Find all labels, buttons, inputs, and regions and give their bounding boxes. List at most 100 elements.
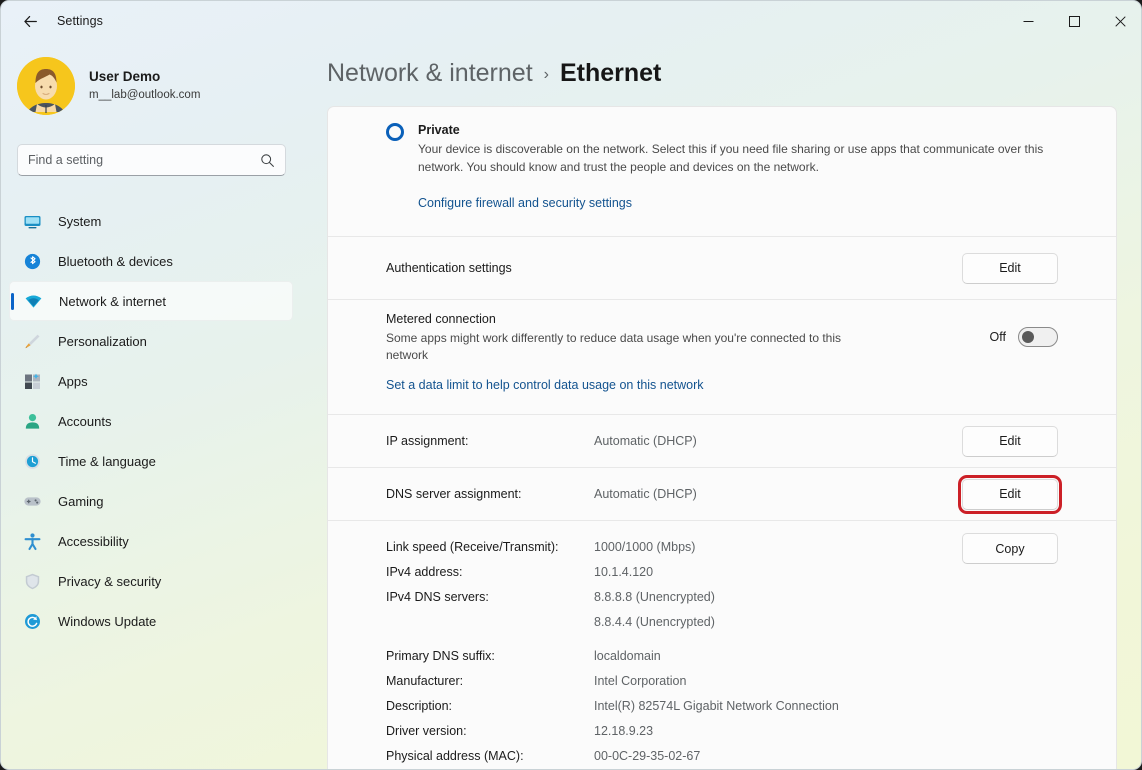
update-icon xyxy=(21,610,43,632)
sidebar-item-gaming[interactable]: Gaming xyxy=(9,481,293,521)
close-button[interactable] xyxy=(1097,1,1141,41)
private-texts: Private Your device is discoverable on t… xyxy=(418,121,1058,176)
ethernet-settings-card: Private Your device is discoverable on t… xyxy=(327,106,1117,769)
property-value: 12.18.9.23 xyxy=(594,724,654,738)
property-row: Primary DNS suffix: localdomain xyxy=(386,644,962,669)
clock-icon xyxy=(21,450,43,472)
sidebar-item-label: Personalization xyxy=(58,333,147,349)
maximize-icon xyxy=(1068,15,1080,27)
authentication-edit-button[interactable]: Edit xyxy=(962,252,1058,284)
breadcrumb-parent[interactable]: Network & internet xyxy=(327,59,533,88)
metered-description: Some apps might work differently to redu… xyxy=(386,330,842,363)
dns-assignment-label: DNS server assignment: xyxy=(386,487,522,501)
breadcrumb: Network & internet › Ethernet xyxy=(327,59,661,88)
sidebar-item-label: Bluetooth & devices xyxy=(58,253,173,269)
set-data-limit-link[interactable]: Set a data limit to help control data us… xyxy=(386,378,704,392)
maximize-button[interactable] xyxy=(1051,1,1097,41)
back-arrow-icon xyxy=(23,15,37,27)
metered-toggle-wrap[interactable]: Off xyxy=(990,327,1058,347)
sidebar-item-privacy-security[interactable]: Privacy & security xyxy=(9,561,293,601)
dns-assignment-value: Automatic (DHCP) xyxy=(594,487,697,501)
sidebar-item-windows-update[interactable]: Windows Update xyxy=(9,601,293,641)
window-title: Settings xyxy=(57,14,103,28)
toggle-knob xyxy=(1022,331,1034,343)
property-row: Physical address (MAC): 00-0C-29-35-02-6… xyxy=(386,744,962,769)
sidebar-item-label: Network & internet xyxy=(59,293,166,309)
property-key: Driver version: xyxy=(386,724,467,738)
property-key: IPv4 DNS servers: xyxy=(386,590,489,604)
private-radio-row[interactable]: Private Your device is discoverable on t… xyxy=(386,121,1058,176)
metered-toggle[interactable] xyxy=(1018,327,1058,347)
property-key: Primary DNS suffix: xyxy=(386,649,495,663)
property-value: 1000/1000 (Mbps) xyxy=(594,540,696,554)
property-value: 8.8.8.8 (Unencrypted) xyxy=(594,590,715,604)
authentication-title: Authentication settings xyxy=(386,261,512,275)
minimize-icon xyxy=(1023,20,1033,22)
property-value: Intel Corporation xyxy=(594,674,687,688)
ip-assignment-row: IP assignment: Automatic (DHCP) Edit xyxy=(328,415,1116,467)
network-properties-section: Link speed (Receive/Transmit): 1000/1000… xyxy=(328,521,1116,769)
configure-firewall-link[interactable]: Configure firewall and security settings xyxy=(418,196,632,210)
sidebar-item-system[interactable]: System xyxy=(9,201,293,241)
property-key: Description: xyxy=(386,699,452,713)
property-key: Manufacturer: xyxy=(386,674,464,688)
metered-text: Metered connection Some apps might work … xyxy=(386,310,990,365)
private-radio-button[interactable] xyxy=(386,123,404,141)
profile-text: User Demo m__lab@outlook.com xyxy=(89,68,200,104)
search-box[interactable] xyxy=(17,144,286,176)
monitor-icon xyxy=(21,210,43,232)
avatar-image xyxy=(17,57,75,115)
sidebar-item-label: Accounts xyxy=(58,413,112,429)
property-value-secondary: 8.8.4.4 (Unencrypted) xyxy=(594,615,715,629)
property-row: Description: Intel(R) 82574L Gigabit Net… xyxy=(386,694,962,719)
sidebar-item-personalization[interactable]: Personalization xyxy=(9,321,293,361)
property-key: IPv4 address: xyxy=(386,565,463,579)
apps-icon xyxy=(21,370,43,392)
gamepad-icon xyxy=(21,490,43,512)
sidebar-item-label: Windows Update xyxy=(58,613,157,629)
sidebar-item-label: Time & language xyxy=(58,453,156,469)
user-profile[interactable]: User Demo m__lab@outlook.com xyxy=(17,57,301,115)
copy-properties-button[interactable]: Copy xyxy=(962,533,1058,564)
network-profile-section: Private Your device is discoverable on t… xyxy=(328,107,1116,236)
sidebar-item-label: System xyxy=(58,213,102,229)
sidebar-item-label: Accessibility xyxy=(58,533,129,549)
sidebar-item-label: Apps xyxy=(58,373,88,389)
property-value: 10.1.4.120 xyxy=(594,565,654,579)
sidebar-item-bluetooth-devices[interactable]: Bluetooth & devices xyxy=(9,241,293,281)
metered-title: Metered connection xyxy=(386,311,496,326)
close-icon xyxy=(1114,15,1126,27)
property-row: IPv4 address: 10.1.4.120 xyxy=(386,560,962,585)
search-input[interactable] xyxy=(28,153,260,167)
minimize-button[interactable] xyxy=(1005,1,1051,41)
data-limit-link-row: Set a data limit to help control data us… xyxy=(328,374,1116,414)
property-value: 00-0C-29-35-02-67 xyxy=(594,749,701,763)
authentication-text: Authentication settings xyxy=(386,259,962,277)
accessibility-icon xyxy=(21,530,43,552)
window-controls xyxy=(1005,1,1141,41)
person-icon xyxy=(21,410,43,432)
metered-connection-row: Metered connection Some apps might work … xyxy=(328,300,1116,374)
sidebar-item-time-language[interactable]: Time & language xyxy=(9,441,293,481)
property-value-group: 8.8.8.8 (Unencrypted) 8.8.4.4 (Unencrypt… xyxy=(594,585,715,635)
sidebar-item-accessibility[interactable]: Accessibility xyxy=(9,521,293,561)
bluetooth-icon xyxy=(21,250,43,272)
avatar xyxy=(17,57,75,115)
sidebar-item-network-internet[interactable]: Network & internet xyxy=(9,281,293,321)
navigation-list: System Bluetooth & devices Network & int… xyxy=(9,201,293,641)
sidebar-item-label: Privacy & security xyxy=(58,573,162,589)
ip-assignment-edit-button[interactable]: Edit xyxy=(962,425,1058,457)
profile-email: m__lab@outlook.com xyxy=(89,89,201,101)
sidebar-item-apps[interactable]: Apps xyxy=(9,361,293,401)
breadcrumb-separator-icon: › xyxy=(543,66,549,83)
page-title: Ethernet xyxy=(559,59,662,87)
profile-name: User Demo xyxy=(89,69,161,84)
dns-assignment-edit-button[interactable]: Edit xyxy=(958,474,1062,514)
property-row: Link speed (Receive/Transmit): 1000/1000… xyxy=(386,535,962,560)
property-value: localdomain xyxy=(594,649,661,663)
back-button[interactable] xyxy=(13,6,47,36)
sidebar-item-accounts[interactable]: Accounts xyxy=(9,401,293,441)
property-row: Driver version: 12.18.9.23 xyxy=(386,719,962,744)
authentication-settings-row: Authentication settings Edit xyxy=(328,237,1116,299)
property-key: Link speed (Receive/Transmit): xyxy=(386,540,559,554)
